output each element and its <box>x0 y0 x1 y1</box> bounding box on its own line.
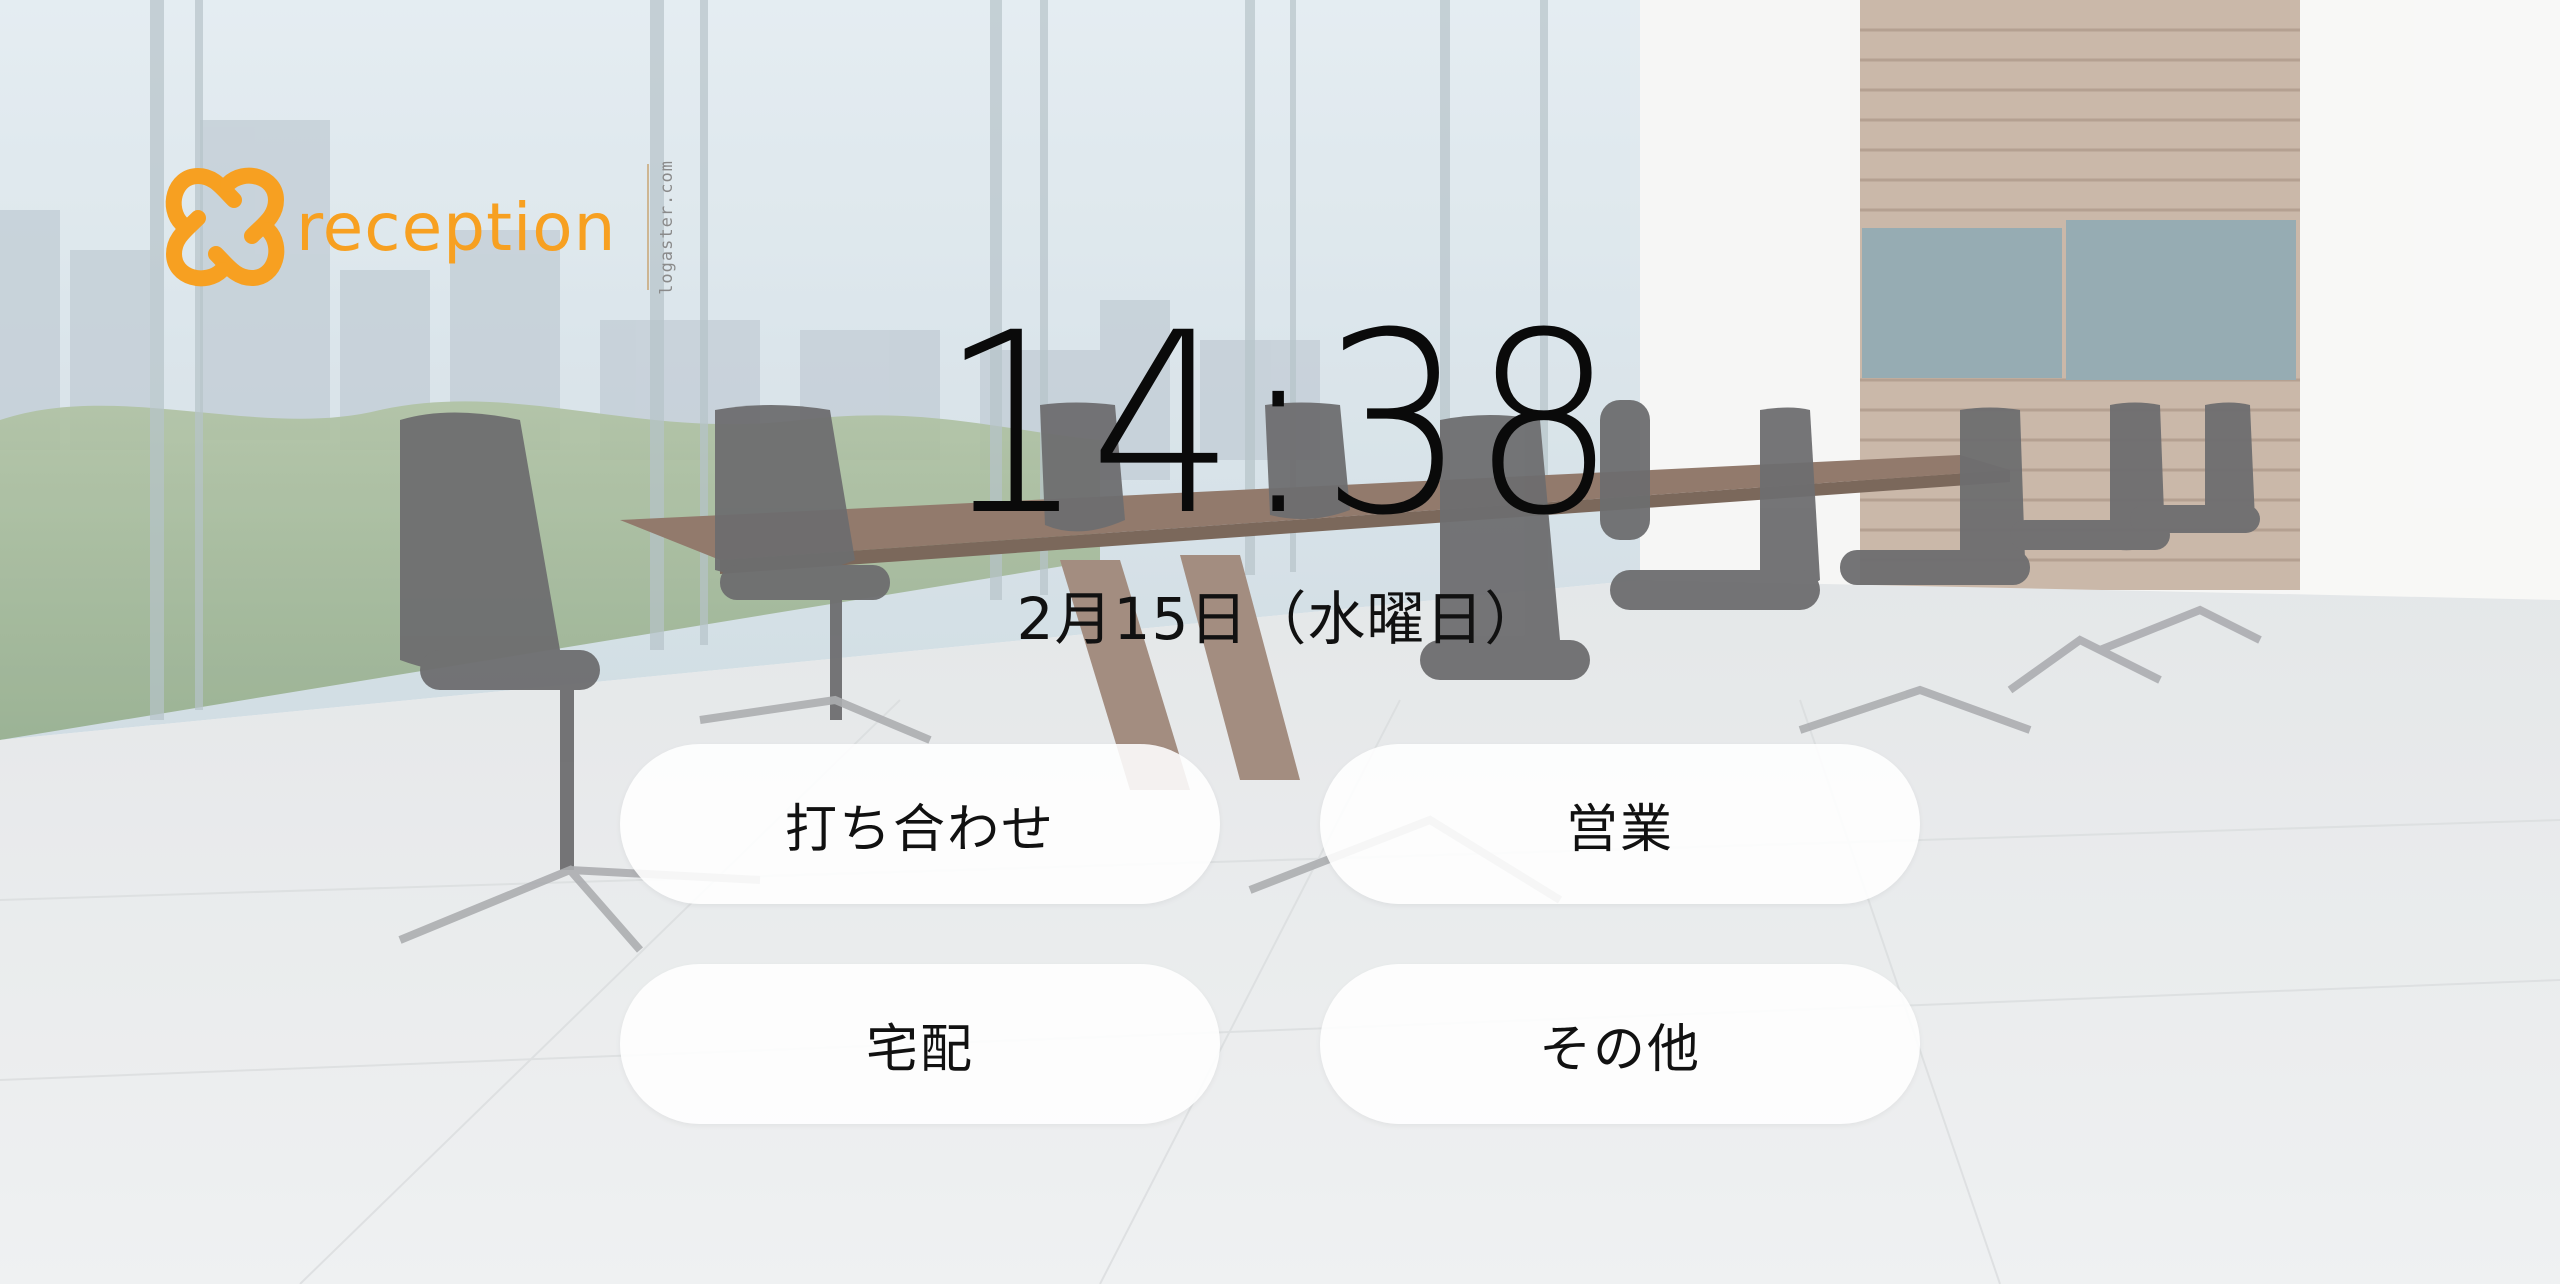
meeting-button[interactable]: 打ち合わせ <box>620 744 1220 904</box>
other-button[interactable]: その他 <box>1320 964 1920 1124</box>
logo-divider <box>646 164 649 291</box>
reception-screen: reception logaster.com 14:38 2月15日（水曜日） … <box>0 0 2560 1284</box>
interlocking-loops-logo-icon <box>165 168 285 287</box>
clock-date: 2月15日（水曜日） <box>1016 585 1544 653</box>
sales-button[interactable]: 営業 <box>1320 744 1920 904</box>
brand-logo: reception logaster.com <box>160 160 677 295</box>
clock-time: 14:38 <box>939 279 1621 570</box>
logo-site-text: logaster.com <box>656 160 677 295</box>
delivery-button[interactable]: 宅配 <box>620 964 1220 1124</box>
brand-name: reception <box>296 188 617 266</box>
